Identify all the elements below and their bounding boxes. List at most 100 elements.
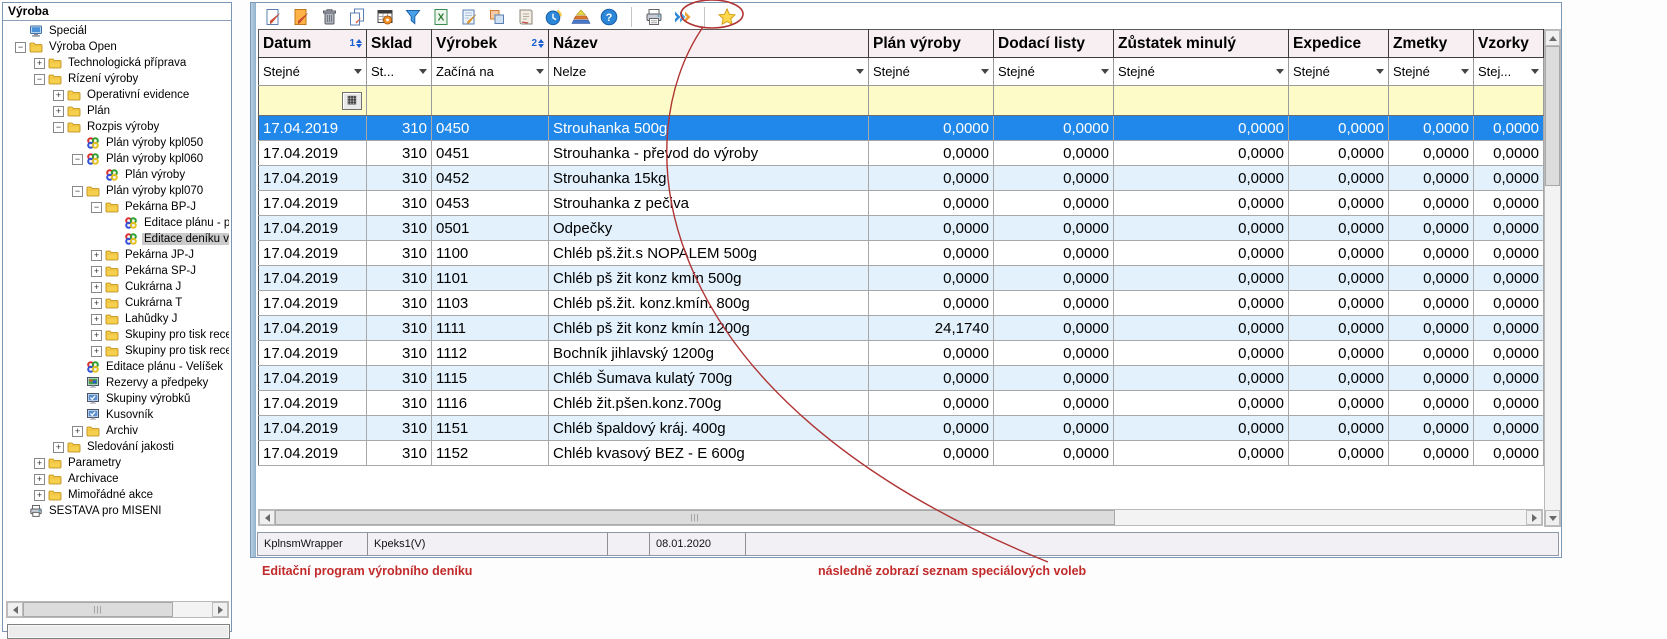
expand-icon[interactable]: + [91, 266, 102, 277]
column-header[interactable]: Vzorky [1474, 30, 1544, 58]
expand-icon[interactable]: + [53, 106, 64, 117]
column-header[interactable]: Sklad [367, 30, 432, 58]
table-row[interactable]: 17.04.20193100453Strouhanka z pečiva0,00… [259, 191, 1544, 216]
table-row[interactable]: 17.04.20193101116Chléb žit.pšen.konz.700… [259, 391, 1544, 416]
table-row[interactable]: 17.04.20193101112Bochník jihlavský 1200g… [259, 341, 1544, 366]
collapse-icon[interactable]: − [72, 154, 83, 165]
filter-dropdown[interactable]: Stej... [1478, 61, 1539, 83]
scroll-left-button[interactable] [259, 510, 275, 525]
expand-icon[interactable]: + [91, 282, 102, 293]
column-header[interactable]: Plán výroby [869, 30, 994, 58]
collapse-icon[interactable]: − [72, 186, 83, 197]
expand-icon[interactable]: + [72, 426, 83, 437]
tree-item[interactable]: −Plán výroby kpl070 [5, 183, 229, 199]
tree-item[interactable]: Rezervy a předpeky [5, 375, 229, 391]
filter-dropdown[interactable]: St... [371, 61, 427, 83]
scroll-right-button[interactable] [1526, 510, 1542, 525]
tree-item[interactable]: +Archivace [5, 471, 229, 487]
layers-button[interactable] [569, 5, 593, 29]
table-row[interactable]: 17.04.20193100451Strouhanka - převod do … [259, 141, 1544, 166]
collapse-icon[interactable]: − [53, 122, 64, 133]
scroll-left-button[interactable] [7, 602, 23, 617]
tree-item[interactable]: Speciál [5, 23, 229, 39]
filter-dropdown[interactable]: Stejné [263, 61, 362, 83]
fast-forward-button[interactable] [670, 5, 694, 29]
quick-entry-row[interactable]: ▦ [259, 86, 1544, 116]
new-record-button[interactable] [261, 5, 285, 29]
calendar-grid-button[interactable]: ▦ [342, 92, 362, 110]
tree-h-scrollbar[interactable]: ||| [6, 601, 229, 618]
table-row[interactable]: 17.04.20193100450Strouhanka 500g0,00000,… [259, 116, 1544, 141]
grid-h-scrollbar[interactable]: ||| [258, 509, 1543, 526]
tree-item[interactable]: +Technologická příprava [5, 55, 229, 71]
collapse-icon[interactable]: − [91, 202, 102, 213]
collapse-icon[interactable]: − [34, 74, 45, 85]
tree-item[interactable]: −Plán výroby kpl060 [5, 151, 229, 167]
expand-icon[interactable]: + [34, 458, 45, 469]
tree-item[interactable]: −Řízení výroby [5, 71, 229, 87]
tree-item[interactable]: +Pekárna SP-J [5, 263, 229, 279]
table-settings-button[interactable] [373, 5, 397, 29]
column-header[interactable]: Výrobek2 [432, 30, 549, 58]
filter-dropdown[interactable]: Stejné [1293, 61, 1384, 83]
refresh-time-button[interactable] [541, 5, 565, 29]
expand-icon[interactable]: + [91, 314, 102, 325]
expand-icon[interactable]: + [34, 474, 45, 485]
tree-item[interactable]: −Výroba Open [5, 39, 229, 55]
report-button[interactable] [513, 5, 537, 29]
tree-item[interactable]: +Cukrárna T [5, 295, 229, 311]
print-button[interactable] [642, 5, 666, 29]
filter-dropdown[interactable]: Stejné [1118, 61, 1284, 83]
tree-item[interactable]: +Plán [5, 103, 229, 119]
table-row[interactable]: 17.04.20193101152Chléb kvasový BEZ - E 6… [259, 441, 1544, 466]
table-row[interactable]: 17.04.20193101100Chléb pš.žit.s NOPALEM … [259, 241, 1544, 266]
edit-record-button[interactable] [289, 5, 313, 29]
table-row[interactable]: 17.04.20193101115Chléb Šumava kulatý 700… [259, 366, 1544, 391]
tree-item[interactable]: +Parametry [5, 455, 229, 471]
filter-dropdown[interactable]: Stejné [873, 61, 989, 83]
tree-item[interactable]: +Pekárna JP-J [5, 247, 229, 263]
scroll-right-button[interactable] [212, 602, 228, 617]
table-row[interactable]: 17.04.20193100501Odpečky0,00000,00000,00… [259, 216, 1544, 241]
table-row[interactable]: 17.04.20193101103Chléb pš.žit. konz.kmín… [259, 291, 1544, 316]
column-header[interactable]: Zmetky [1389, 30, 1474, 58]
table-row[interactable]: 17.04.20193101111Chléb pš žit konz kmín … [259, 316, 1544, 341]
tree-item[interactable]: +Skupiny pro tisk receptur [5, 327, 229, 343]
expand-icon[interactable]: + [91, 330, 102, 341]
filter-dropdown[interactable]: Stejné [998, 61, 1109, 83]
expand-icon[interactable]: + [53, 442, 64, 453]
filter-dropdown[interactable]: Začíná na [436, 61, 544, 83]
tree-item[interactable]: Plán výroby [5, 167, 229, 183]
collapse-icon[interactable]: − [15, 42, 26, 53]
tree-item[interactable]: +Archiv [5, 423, 229, 439]
filter-dropdown[interactable]: Stejné [1393, 61, 1469, 83]
table-row[interactable]: 17.04.20193100452Strouhanka 15kg0,00000,… [259, 166, 1544, 191]
scroll-up-button[interactable] [1545, 30, 1560, 46]
tree-item[interactable]: +Lahůdky J [5, 311, 229, 327]
tree-item[interactable]: Plán výroby kpl050 [5, 135, 229, 151]
tree-item[interactable]: +Operativní evidence [5, 87, 229, 103]
tree-item[interactable]: Skupiny výrobků [5, 391, 229, 407]
copy-record-button[interactable] [345, 5, 369, 29]
scroll-thumb[interactable]: ||| [23, 602, 173, 617]
expand-icon[interactable]: + [91, 250, 102, 261]
table-row[interactable]: 17.04.20193101101Chléb pš žit konz kmín … [259, 266, 1544, 291]
tree-item[interactable]: Editace plánu - pek01J [5, 215, 229, 231]
filter-dropdown[interactable]: Nelze [553, 61, 864, 83]
panel-splitter[interactable] [251, 3, 256, 557]
tree-item[interactable]: +Cukrárna J [5, 279, 229, 295]
tree-item[interactable]: Kusovník [5, 407, 229, 423]
column-header[interactable]: Dodací listy [994, 30, 1114, 58]
column-header[interactable]: Zůstatek minulý [1114, 30, 1289, 58]
tree-item[interactable]: Editace deníku výroby [5, 231, 229, 247]
tree-item[interactable]: SESTAVA pro MÍSENÍ [5, 503, 229, 519]
tree-item[interactable]: +Skupiny pro tisk receptur 1 [5, 343, 229, 359]
tree-item[interactable]: Editace plánu - Velíšek [5, 359, 229, 375]
filter-button[interactable] [401, 5, 425, 29]
expand-icon[interactable]: + [91, 346, 102, 357]
help-button[interactable]: ? [597, 5, 621, 29]
expand-icon[interactable]: + [34, 58, 45, 69]
tree-item[interactable]: +Sledování jakosti [5, 439, 229, 455]
tree-item[interactable]: −Rozpis výroby [5, 119, 229, 135]
grid-v-scrollbar[interactable] [1544, 29, 1561, 527]
